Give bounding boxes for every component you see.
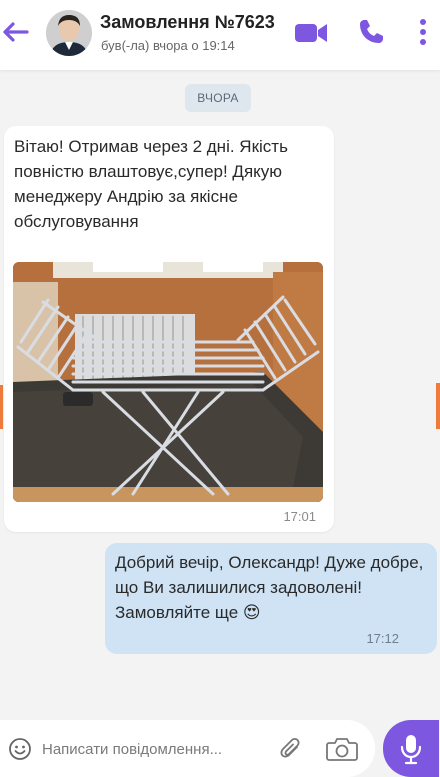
phone-icon[interactable] xyxy=(357,18,385,46)
composer-field-container xyxy=(0,720,375,777)
microphone-icon xyxy=(400,734,422,764)
arrow-left-icon xyxy=(3,22,29,42)
message-composer xyxy=(0,720,440,777)
chat-title[interactable]: Замовлення №7623 xyxy=(100,12,275,33)
video-camera-icon[interactable] xyxy=(294,21,328,45)
message-text: Добрий вечір, Олександр! Дуже добре, що … xyxy=(115,553,424,622)
date-separator: ВЧОРА xyxy=(185,84,251,112)
outgoing-message[interactable]: Добрий вечір, Олександр! Дуже добре, що … xyxy=(105,543,437,654)
edge-decoration xyxy=(436,383,440,429)
emoji-icon[interactable] xyxy=(8,737,32,761)
more-vertical-icon[interactable] xyxy=(418,18,428,46)
paperclip-icon[interactable] xyxy=(278,735,304,763)
chat-header: Замовлення №7623 був(-ла) вчора о 19:14 xyxy=(0,0,440,70)
back-button[interactable] xyxy=(2,20,30,44)
message-time: 17:01 xyxy=(283,509,316,524)
incoming-message[interactable]: Вітаю! Отримав через 2 дні. Якість повні… xyxy=(4,126,334,532)
edge-decoration xyxy=(0,385,3,429)
message-time: 17:12 xyxy=(366,631,399,646)
last-seen-status: був(-ла) вчора о 19:14 xyxy=(101,38,235,53)
photo-attachment[interactable] xyxy=(13,262,323,502)
message-text: Вітаю! Отримав через 2 дні. Якість повні… xyxy=(14,137,288,231)
avatar[interactable] xyxy=(46,10,92,56)
voice-message-button[interactable] xyxy=(383,720,439,777)
message-input[interactable] xyxy=(42,738,262,760)
camera-icon[interactable] xyxy=(326,736,358,762)
